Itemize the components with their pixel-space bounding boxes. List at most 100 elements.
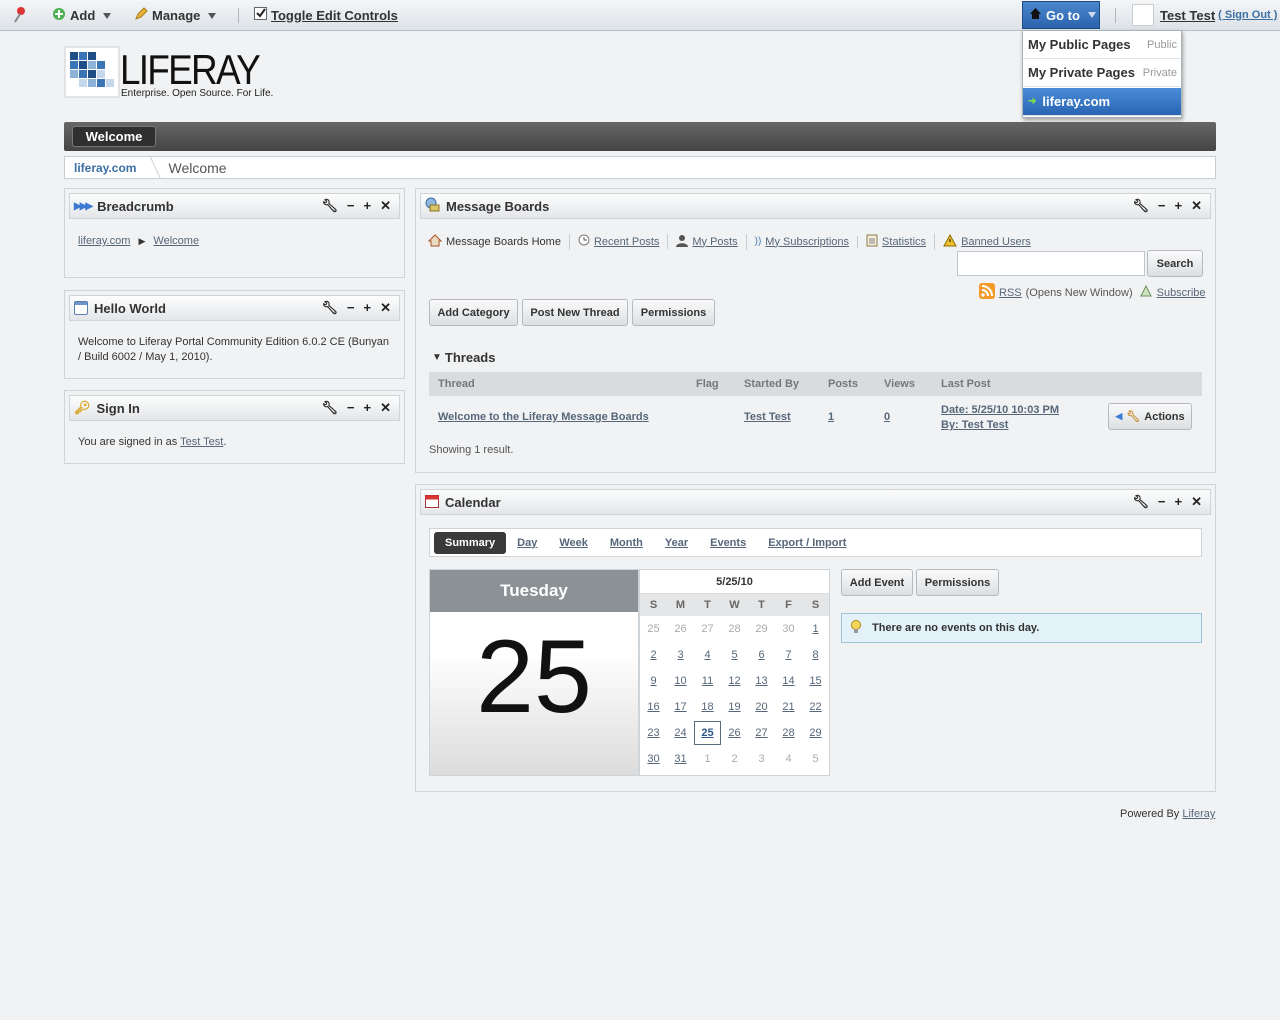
add-menu[interactable]: Add bbox=[52, 7, 112, 24]
col-views[interactable]: Views bbox=[884, 378, 915, 390]
last-post-by[interactable]: By: Test Test bbox=[941, 419, 1008, 431]
calendar-day[interactable]: 27 bbox=[748, 727, 775, 739]
maximize-icon[interactable]: + bbox=[364, 198, 372, 214]
add-category-button[interactable]: Add Category bbox=[429, 299, 518, 326]
goto-button[interactable]: Go to bbox=[1022, 1, 1100, 29]
calendar-day[interactable]: 16 bbox=[640, 701, 667, 713]
posts-count[interactable]: 1 bbox=[828, 411, 834, 423]
calendar-day[interactable]: 3 bbox=[667, 649, 694, 661]
manage-menu[interactable]: Manage bbox=[134, 7, 217, 24]
calendar-day[interactable]: 9 bbox=[640, 675, 667, 687]
toggle-edit-controls[interactable]: Toggle Edit Controls bbox=[254, 7, 398, 23]
calendar-day[interactable]: 4 bbox=[694, 649, 721, 661]
thread-link[interactable]: Welcome to the Liferay Message Boards bbox=[438, 411, 649, 423]
minimize-icon[interactable]: − bbox=[1158, 198, 1166, 214]
maximize-icon[interactable]: + bbox=[364, 300, 372, 316]
goto-item-public[interactable]: My Public Pages Public bbox=[1023, 31, 1181, 59]
post-new-thread-button[interactable]: Post New Thread bbox=[522, 299, 628, 326]
calendar-day[interactable]: 24 bbox=[667, 727, 694, 739]
calendar-day[interactable]: 19 bbox=[721, 701, 748, 713]
close-icon[interactable]: ✕ bbox=[380, 198, 391, 214]
calendar-day[interactable]: 28 bbox=[775, 727, 802, 739]
calendar-day[interactable]: 2 bbox=[640, 649, 667, 661]
col-thread[interactable]: Thread bbox=[438, 378, 475, 390]
site-logo[interactable]: LIFERAY Enterprise. Open Source. For Lif… bbox=[64, 46, 276, 112]
maximize-icon[interactable]: + bbox=[1175, 198, 1183, 214]
col-started-by[interactable]: Started By bbox=[744, 378, 799, 390]
calendar-day[interactable]: 11 bbox=[694, 675, 721, 687]
sign-out-link[interactable]: ( Sign Out ) bbox=[1218, 9, 1277, 21]
calendar-day[interactable]: 8 bbox=[802, 649, 829, 661]
calendar-day[interactable]: 26 bbox=[721, 727, 748, 739]
wrench-icon[interactable]: 🔧︎ bbox=[321, 300, 338, 316]
threads-toggle[interactable]: ▼ Threads bbox=[432, 350, 495, 365]
nav-recent-posts[interactable]: Recent Posts bbox=[570, 234, 669, 249]
tab-export-import[interactable]: Export / Import bbox=[757, 532, 857, 554]
minimize-icon[interactable]: − bbox=[1158, 494, 1166, 510]
breadcrumb-site[interactable]: liferay.com bbox=[65, 161, 146, 175]
wrench-icon[interactable]: 🔧︎ bbox=[1132, 198, 1149, 214]
minimize-icon[interactable]: − bbox=[347, 400, 355, 416]
maximize-icon[interactable]: + bbox=[1175, 494, 1183, 510]
started-by-link[interactable]: Test Test bbox=[744, 411, 791, 423]
calendar-day[interactable]: 15 bbox=[802, 675, 829, 687]
calendar-day[interactable]: 21 bbox=[775, 701, 802, 713]
nav-my-subscriptions[interactable]: )) My Subscriptions bbox=[747, 235, 859, 248]
calendar-day[interactable]: 18 bbox=[694, 701, 721, 713]
calendar-day[interactable]: 12 bbox=[721, 675, 748, 687]
calendar-day[interactable]: 1 bbox=[802, 623, 829, 635]
nav-statistics[interactable]: Statistics bbox=[858, 233, 936, 250]
tab-events[interactable]: Events bbox=[699, 532, 757, 554]
nav-banned-users[interactable]: Banned Users bbox=[935, 233, 1039, 250]
calendar-day[interactable]: 29 bbox=[802, 727, 829, 739]
subscribe-link[interactable]: Subscribe bbox=[1157, 287, 1206, 299]
user-name[interactable]: Test Test bbox=[1160, 8, 1215, 23]
search-button[interactable]: Search bbox=[1147, 250, 1203, 277]
tab-day[interactable]: Day bbox=[506, 532, 548, 554]
calendar-day[interactable]: 30 bbox=[640, 753, 667, 765]
nav-item-welcome[interactable]: Welcome bbox=[72, 126, 156, 147]
nav-message-boards-home[interactable]: Message Boards Home bbox=[427, 233, 570, 250]
avatar[interactable] bbox=[1132, 4, 1154, 26]
close-icon[interactable]: ✕ bbox=[1191, 494, 1202, 510]
breadcrumb-link-site[interactable]: liferay.com bbox=[78, 235, 130, 247]
minimize-icon[interactable]: − bbox=[347, 300, 355, 316]
search-input[interactable] bbox=[957, 251, 1145, 276]
rss-link[interactable]: RSS bbox=[999, 287, 1022, 299]
breadcrumb-link-page[interactable]: Welcome bbox=[153, 235, 199, 247]
tab-summary[interactable]: Summary bbox=[434, 531, 507, 554]
calendar-day[interactable]: 17 bbox=[667, 701, 694, 713]
close-icon[interactable]: ✕ bbox=[380, 400, 391, 416]
views-count[interactable]: 0 bbox=[884, 411, 890, 423]
wrench-icon[interactable]: 🔧︎ bbox=[1132, 494, 1149, 510]
col-last-post[interactable]: Last Post bbox=[941, 378, 991, 390]
col-posts[interactable]: Posts bbox=[828, 378, 858, 390]
close-icon[interactable]: ✕ bbox=[1191, 198, 1202, 214]
minimize-icon[interactable]: − bbox=[347, 198, 355, 214]
actions-button[interactable]: ◀ 🔧︎ Actions bbox=[1108, 403, 1192, 430]
permissions-button[interactable]: Permissions bbox=[632, 299, 715, 326]
goto-item-private[interactable]: My Private Pages Private bbox=[1023, 59, 1181, 87]
maximize-icon[interactable]: + bbox=[364, 400, 372, 416]
nav-my-posts[interactable]: My Posts bbox=[668, 233, 747, 250]
tab-week[interactable]: Week bbox=[548, 532, 599, 554]
calendar-day[interactable]: 20 bbox=[748, 701, 775, 713]
calendar-day[interactable]: 22 bbox=[802, 701, 829, 713]
calendar-day[interactable]: 14 bbox=[775, 675, 802, 687]
calendar-day[interactable]: 31 bbox=[667, 753, 694, 765]
wrench-icon[interactable]: 🔧︎ bbox=[321, 400, 338, 416]
wrench-icon[interactable]: 🔧︎ bbox=[321, 198, 338, 214]
calendar-day[interactable]: 7 bbox=[775, 649, 802, 661]
add-event-button[interactable]: Add Event bbox=[841, 569, 913, 596]
last-post-date[interactable]: Date: 5/25/10 10:03 PM bbox=[941, 404, 1059, 416]
calendar-day-today[interactable]: 25 bbox=[694, 721, 721, 745]
calendar-day[interactable]: 6 bbox=[748, 649, 775, 661]
calendar-day[interactable]: 5 bbox=[721, 649, 748, 661]
signed-in-user-link[interactable]: Test Test bbox=[180, 436, 223, 448]
calendar-day[interactable]: 13 bbox=[748, 675, 775, 687]
calendar-day[interactable]: 23 bbox=[640, 727, 667, 739]
pin-icon[interactable] bbox=[12, 6, 26, 24]
goto-item-liferay[interactable]: ➜ liferay.com bbox=[1023, 88, 1181, 116]
tab-year[interactable]: Year bbox=[654, 532, 699, 554]
liferay-link[interactable]: Liferay bbox=[1182, 808, 1215, 820]
